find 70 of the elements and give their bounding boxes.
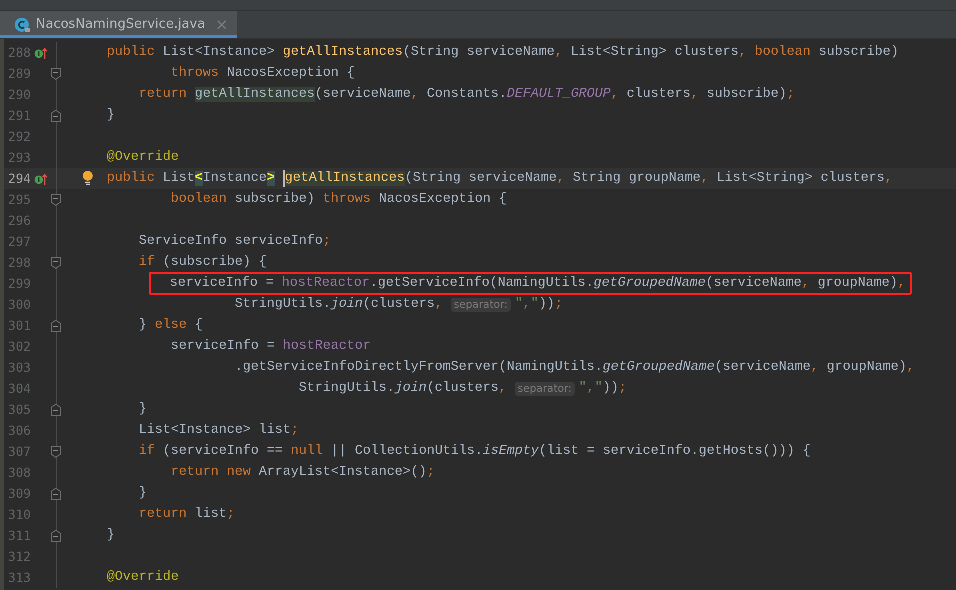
line-number: 309 xyxy=(7,486,31,501)
fold-marker-icon xyxy=(51,256,61,268)
code-text: return new ArrayList<Instance>(); xyxy=(170,465,435,480)
code-text: if (serviceInfo == null || CollectionUtils.isEmpty(list = serviceInfo.getHosts())) { xyxy=(139,444,811,459)
code-text: @Override xyxy=(107,570,179,585)
line-number: 308 xyxy=(7,465,31,480)
fold-marker-icon xyxy=(51,446,61,458)
code-text: } xyxy=(107,108,115,123)
code-text: } xyxy=(139,402,147,417)
code-text: return list; xyxy=(139,507,235,522)
code-text: public List<Instance> xyxy=(107,171,275,186)
line-number: 301 xyxy=(7,318,31,333)
code-text: } xyxy=(139,486,147,501)
code-text: serviceInfo = hostReactor xyxy=(170,339,371,354)
line-number: 297 xyxy=(7,234,31,249)
line-number: 291 xyxy=(7,108,31,123)
line-number: 294 xyxy=(7,171,31,186)
fold-marker-icon xyxy=(51,194,61,206)
line-number: 288 xyxy=(7,45,31,60)
lightbulb-icon xyxy=(81,170,95,186)
parameter-hint: separator: xyxy=(450,298,511,312)
code-text: StringUtils.join(clusters, xyxy=(298,381,507,396)
line-number: 306 xyxy=(7,423,31,438)
line-number: 304 xyxy=(7,381,31,396)
fold-marker-icon xyxy=(51,530,61,542)
code-text: ",")); xyxy=(514,297,563,312)
code-text: StringUtils.join(clusters, xyxy=(234,297,443,312)
line-number: 302 xyxy=(7,339,31,354)
line-number: 310 xyxy=(7,507,31,522)
code-text: if (subscribe) { xyxy=(139,255,267,270)
code-text: .getServiceInfoDirectlyFromServer(NamingUtils.getGroupedName(serviceName, groupName), xyxy=(234,360,915,375)
code-text: getAllInstances(String serviceName, String groupName, List<String> clusters, xyxy=(285,171,893,186)
fold-marker-icon xyxy=(51,68,61,80)
line-number: 307 xyxy=(7,444,31,459)
line-number: 296 xyxy=(7,213,31,228)
code-text: return getAllInstances(serviceName, Constants.DEFAULT_GROUP, clusters, subscribe); xyxy=(139,87,795,102)
code-text: List<Instance> list; xyxy=(139,423,299,438)
line-number: 289 xyxy=(7,66,31,81)
implements-icon xyxy=(34,46,48,60)
line-number: 311 xyxy=(7,528,31,543)
line-number: 305 xyxy=(7,402,31,417)
line-number: 299 xyxy=(7,276,31,291)
code-text: ",")); xyxy=(578,381,627,396)
code-text: @Override xyxy=(107,150,179,165)
code-text: ServiceInfo serviceInfo; xyxy=(139,234,331,249)
file-tab[interactable]: NacosNamingService.java xyxy=(0,11,238,38)
line-number: 290 xyxy=(7,87,31,102)
line-number: 312 xyxy=(7,549,31,564)
line-number: 313 xyxy=(7,570,31,585)
fold-marker-icon xyxy=(51,320,61,332)
fold-marker-icon xyxy=(51,110,61,122)
implements-icon xyxy=(34,172,48,186)
code-text: } xyxy=(107,528,115,543)
code-text: throws NacosException { xyxy=(170,66,355,81)
code-text: boolean subscribe) throws NacosException { xyxy=(170,192,507,207)
close-icon xyxy=(217,20,228,30)
line-number: 295 xyxy=(7,192,31,207)
line-number: 298 xyxy=(7,255,31,270)
line-number: 292 xyxy=(7,129,31,144)
line-number: 303 xyxy=(7,360,31,375)
fold-marker-icon xyxy=(51,404,61,416)
parameter-hint: separator: xyxy=(514,382,575,396)
code-text: serviceInfo = hostReactor.getServiceInfo(NamingUtils.getGroupedName(serviceName, groupName), xyxy=(170,276,906,291)
fold-marker-icon xyxy=(51,488,61,500)
text-caret xyxy=(283,170,285,187)
code-text: } else { xyxy=(139,318,203,333)
code-text: public List<Instance> getAllInstances(String serviceName, List<String> clusters, boolean subscribe) xyxy=(107,45,899,60)
line-number: 293 xyxy=(7,150,31,165)
class-file-icon xyxy=(14,16,30,32)
line-number: 300 xyxy=(7,297,31,312)
